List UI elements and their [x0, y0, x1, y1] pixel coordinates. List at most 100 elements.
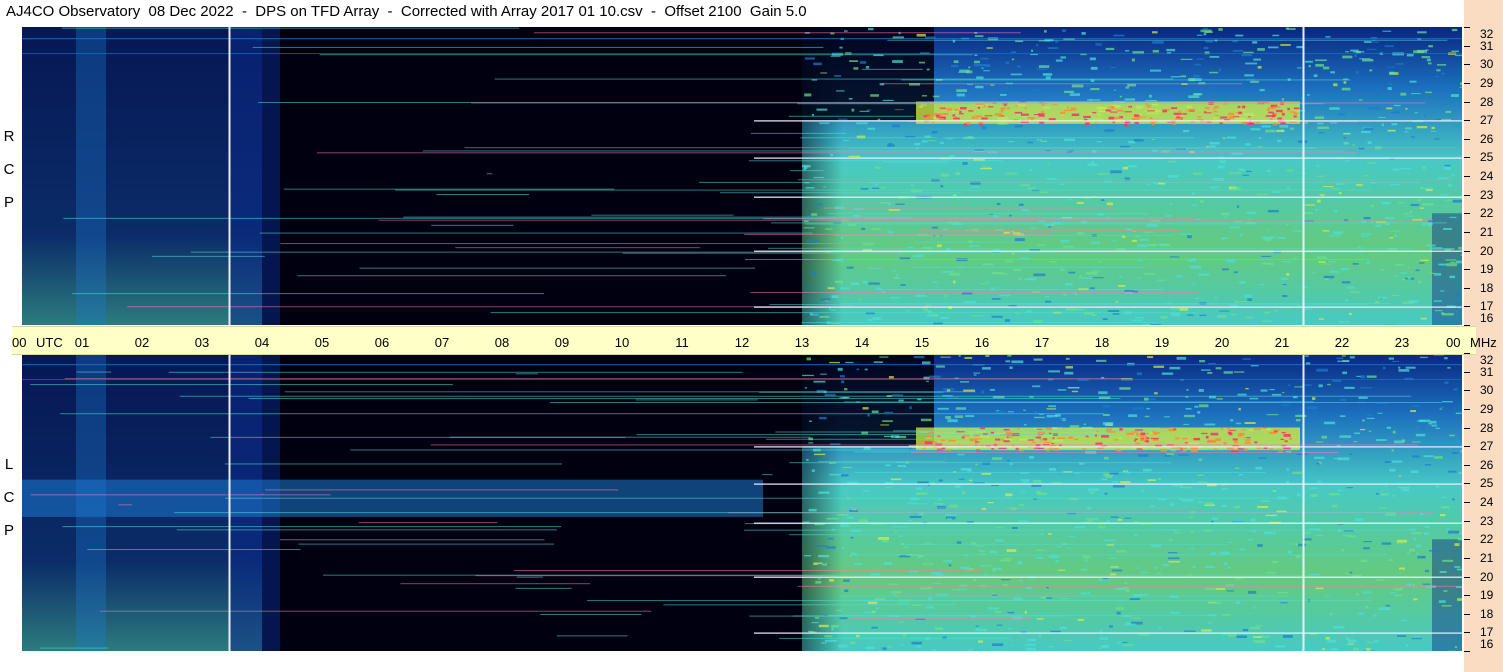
interference-line [839, 595, 1288, 597]
burst-speckle [939, 116, 946, 118]
emission-speckle [1238, 300, 1250, 303]
emission-speckle [1321, 263, 1332, 265]
emission-speckle [1095, 359, 1107, 362]
emission-speckle [1391, 123, 1398, 126]
emission-speckle [1197, 411, 1201, 414]
emission-speckle [1124, 517, 1132, 519]
strong-interference-line [754, 446, 1462, 448]
interference-line [515, 373, 538, 375]
frequency-tick-mark [1464, 371, 1470, 373]
emission-speckle [1404, 131, 1409, 133]
emission-speckle [1296, 453, 1308, 455]
emission-speckle [1336, 357, 1344, 360]
emission-speckle [1381, 123, 1384, 127]
emission-speckle [1417, 555, 1426, 559]
burst-speckle [1140, 432, 1146, 436]
emission-speckle [1316, 368, 1329, 372]
frequency-tick-mark [1464, 576, 1470, 578]
frequency-tick-label: 27 [1480, 113, 1494, 128]
polarization-letter: L [4, 456, 14, 473]
emission-speckle [825, 228, 833, 230]
interference-line [762, 474, 773, 476]
emission-speckle [1424, 569, 1429, 573]
utc-tick-label: 09 [554, 335, 570, 350]
emission-speckle [1396, 543, 1404, 545]
emission-speckle [1044, 296, 1049, 298]
emission-speckle [858, 519, 868, 523]
emission-speckle [931, 226, 938, 229]
burst-speckle [1168, 428, 1174, 432]
emission-speckle [1255, 625, 1263, 627]
emission-speckle [1304, 212, 1313, 215]
emission-speckle [1242, 358, 1251, 360]
emission-speckle [932, 281, 938, 283]
burst-speckle [1272, 122, 1277, 126]
interference-line [586, 600, 1142, 602]
emission-speckle [1036, 556, 1043, 559]
emission-speckle [1183, 414, 1195, 418]
burst-speckle [1068, 436, 1073, 439]
emission-speckle [820, 373, 827, 375]
emission-speckle [1434, 138, 1440, 140]
burst-speckle [974, 438, 983, 440]
emission-speckle [1084, 558, 1088, 562]
emission-speckle [981, 390, 985, 394]
emission-speckle [953, 194, 957, 196]
burst-speckle [1003, 440, 1010, 443]
emission-speckle [916, 33, 926, 37]
frequency-tick-label: 28 [1480, 94, 1494, 109]
emission-speckle [1285, 223, 1289, 226]
emission-speckle [845, 361, 854, 364]
emission-speckle [1272, 34, 1280, 37]
emission-speckle [1361, 131, 1371, 134]
burst-speckle [1113, 439, 1119, 441]
emission-speckle [1047, 164, 1051, 166]
emission-speckle [1179, 307, 1188, 311]
emission-speckle [1433, 273, 1442, 276]
burst-speckle [1020, 113, 1029, 116]
emission-speckle [1244, 422, 1256, 424]
emission-speckle [1366, 648, 1371, 651]
emission-speckle [1139, 238, 1150, 242]
emission-speckle [931, 131, 938, 134]
emission-speckle [927, 597, 932, 600]
utc-tick-label: 01 [74, 335, 90, 350]
emission-speckle [1048, 533, 1052, 535]
emission-speckle [1065, 283, 1073, 286]
emission-speckle [947, 397, 959, 399]
emission-speckle [813, 62, 822, 66]
emission-speckle [1331, 187, 1340, 190]
burst-speckle [1151, 431, 1156, 433]
emission-speckle [1335, 183, 1346, 185]
emission-speckle [1333, 625, 1345, 629]
emission-speckle [1233, 271, 1238, 274]
emission-speckle [1194, 63, 1201, 66]
emission-speckle [1447, 184, 1452, 187]
emission-speckle [1259, 88, 1265, 92]
emission-speckle [946, 138, 953, 140]
emission-speckle [1287, 550, 1292, 554]
emission-speckle [1453, 388, 1458, 391]
emission-speckle [897, 464, 906, 468]
burst-speckle [937, 434, 941, 437]
emission-speckle [1386, 426, 1391, 429]
emission-speckle [1340, 267, 1349, 271]
emission-speckle [872, 317, 881, 321]
emission-speckle [821, 563, 828, 566]
burst-speckle [1070, 107, 1077, 111]
frequency-tick-mark [1464, 464, 1470, 466]
frequency-tick-label: 21 [1480, 224, 1494, 239]
emission-speckle [907, 310, 911, 312]
emission-speckle [1306, 94, 1310, 96]
burst-speckle [1085, 122, 1090, 126]
emission-speckle [917, 481, 929, 484]
emission-speckle [854, 563, 863, 565]
emission-speckle [875, 607, 880, 610]
emission-speckle [1036, 68, 1048, 70]
emission-speckle [830, 55, 841, 57]
frequency-tick-label: 26 [1480, 457, 1494, 472]
emission-speckle [1272, 490, 1277, 492]
interference-line [534, 32, 1021, 34]
emission-speckle [1323, 275, 1335, 279]
emission-speckle [1447, 527, 1450, 531]
